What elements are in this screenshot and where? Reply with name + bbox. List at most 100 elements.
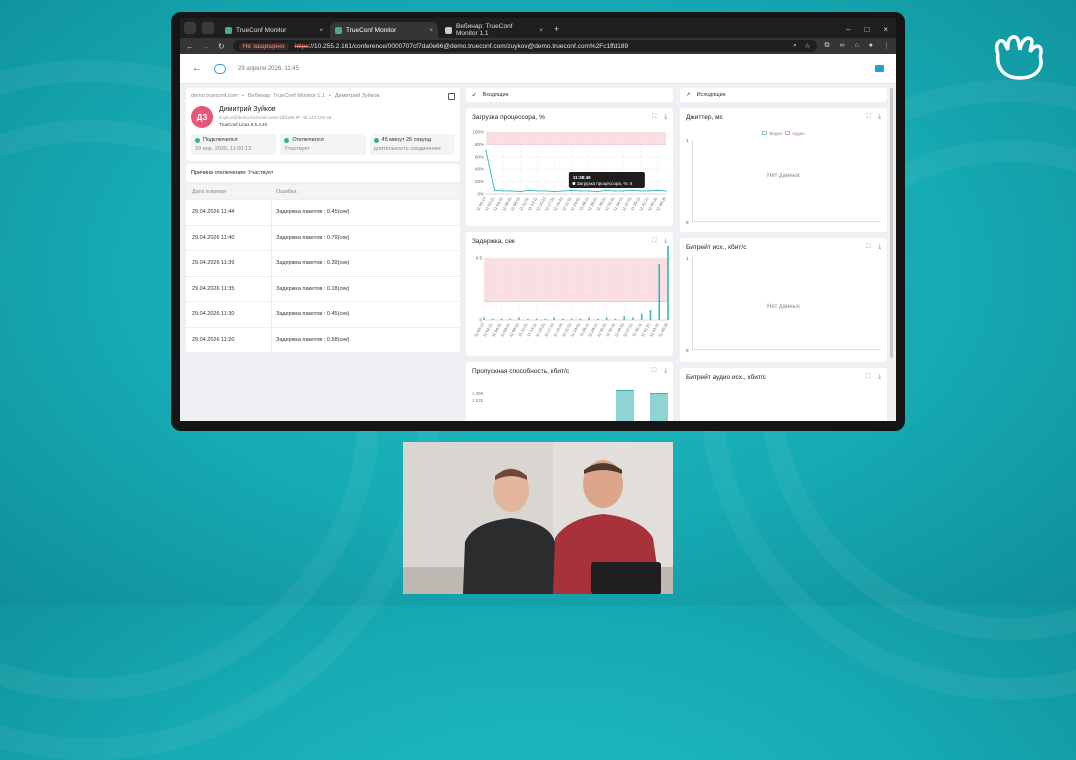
data-point bbox=[622, 190, 624, 192]
data-bar bbox=[483, 317, 485, 320]
tooltip-time: 11:38:46 bbox=[573, 175, 591, 180]
translate-icon[interactable]: ⌂ bbox=[855, 42, 859, 50]
data-point bbox=[571, 189, 573, 191]
new-tab-button[interactable]: + bbox=[554, 24, 559, 34]
zoom-icon[interactable]: ⌕ bbox=[793, 42, 797, 50]
bookmark-star-icon[interactable]: ☆ bbox=[805, 42, 811, 50]
check-circle-icon bbox=[195, 137, 200, 143]
no-data-label: Нет данных bbox=[767, 304, 800, 310]
download-icon[interactable]: ⤓ bbox=[664, 114, 667, 121]
scrollbar[interactable] bbox=[890, 88, 893, 358]
y-tick-label: 1 bbox=[686, 138, 689, 143]
y-tick-label: 20% bbox=[475, 179, 484, 184]
no-data-label: Нет данных bbox=[767, 173, 800, 179]
close-window-icon[interactable]: × bbox=[883, 25, 888, 34]
table-row: 29.04.2026 11:39 Задержка пакетов : 0.39(… bbox=[186, 250, 460, 276]
breadcrumb-server[interactable]: demo.trueconf.com bbox=[191, 93, 238, 100]
favicon-icon bbox=[225, 26, 232, 34]
browser-tab-3[interactable]: Вебинар: TrueConf Monitor 1.1 × bbox=[440, 22, 548, 38]
data-bar bbox=[658, 264, 661, 320]
delay-chart: 00.511:00:1311:02:2111:04:3111:06:4111:0… bbox=[473, 246, 669, 338]
outgoing-section-header[interactable]: ↗ Исходящие bbox=[680, 88, 887, 102]
download-icon[interactable]: ⤓ bbox=[878, 114, 881, 121]
expand-icon[interactable]: ⛶ bbox=[866, 114, 870, 121]
close-tab-icon[interactable]: × bbox=[319, 27, 323, 34]
trueconf-logo-icon bbox=[994, 35, 1043, 80]
collapse-panel-icon[interactable] bbox=[448, 93, 455, 100]
url-text: https://10.255.2.161/conference/0000707c… bbox=[294, 42, 629, 50]
insecure-badge[interactable]: Не защищено bbox=[238, 42, 289, 50]
expand-icon[interactable]: ⛶ bbox=[866, 244, 870, 251]
expand-icon[interactable]: ⛶ bbox=[866, 374, 870, 381]
data-point bbox=[553, 190, 556, 193]
url-field[interactable]: Не защищено https://10.255.2.161/confere… bbox=[232, 40, 817, 52]
window-controls: – □ × bbox=[846, 25, 888, 34]
download-icon[interactable]: ⤓ bbox=[878, 244, 881, 251]
back-arrow-icon[interactable]: ← bbox=[186, 42, 194, 51]
favicon-icon bbox=[445, 26, 452, 34]
panel-title: Пропускная способность, кбит/с bbox=[472, 368, 570, 375]
app-header: ← 29 апреля 2026, 11:45 bbox=[180, 54, 896, 84]
empty-plot-area bbox=[692, 140, 881, 222]
expand-icon[interactable]: ⛶ bbox=[652, 238, 656, 245]
reload-icon[interactable]: ↻ bbox=[218, 42, 225, 51]
data-bar bbox=[632, 317, 634, 320]
expand-icon[interactable]: ⛶ bbox=[652, 368, 656, 375]
menu-kebab-icon[interactable]: ⋮ bbox=[883, 42, 890, 50]
profile-icon[interactable]: ● bbox=[869, 42, 873, 50]
connected-stat: Подключился 29 апр. 2026, 11:00:13 bbox=[191, 134, 277, 155]
data-point bbox=[588, 190, 590, 192]
minimize-icon[interactable]: – bbox=[846, 25, 850, 34]
tab-label: TrueConf Monitor bbox=[346, 26, 397, 34]
incoming-section-header[interactable]: ↙ Входящие bbox=[466, 88, 673, 102]
threshold-zone bbox=[484, 258, 668, 302]
y-tick-label: 60% bbox=[475, 154, 484, 159]
duration-stat: 45 минут 26 секунд длительность соединени… bbox=[369, 134, 455, 155]
data-point bbox=[656, 189, 659, 191]
tab-groups-icon[interactable] bbox=[202, 22, 214, 34]
data-point bbox=[639, 190, 641, 192]
cpu-panel: Загрузка процессора, % ⛶ ⤓ 0% 20% 40% 60% 80% 1… bbox=[466, 108, 673, 226]
tab-label: Вебинар: TrueConf Monitor 1.1 bbox=[456, 23, 513, 37]
data-bar bbox=[518, 317, 520, 320]
panel-title: Задержка, сек bbox=[472, 238, 515, 245]
forward-arrow-icon[interactable]: → bbox=[202, 42, 210, 51]
close-tab-icon[interactable]: × bbox=[429, 27, 433, 34]
data-point bbox=[579, 190, 581, 192]
bitrate-out-panel: Битрейт исх., кбит/с ⛶ ⤓ 1 0 Нет данных bbox=[680, 238, 887, 362]
data-point bbox=[545, 190, 547, 192]
tab-label: TrueConf Monitor bbox=[236, 26, 287, 34]
download-icon[interactable]: ⤓ bbox=[878, 374, 881, 381]
monitor-frame: TrueConf Monitor × TrueConf Monitor × Веби… bbox=[171, 12, 905, 431]
panel-title: Загрузка процессора, % bbox=[472, 114, 545, 121]
y-tick-label: 0 bbox=[686, 348, 689, 353]
extensions-icon[interactable]: ⧉ bbox=[825, 42, 830, 50]
monitor-icon[interactable] bbox=[875, 65, 884, 72]
browser-tab-1[interactable]: TrueConf Monitor × bbox=[220, 22, 328, 38]
chart-legend: Видео Аудио bbox=[680, 131, 887, 136]
y-tick-label: 1 386 bbox=[472, 391, 484, 396]
tooltip-marker bbox=[572, 182, 576, 185]
column-header-error[interactable]: Ошибка bbox=[272, 189, 297, 195]
data-point bbox=[562, 190, 564, 192]
expand-icon[interactable]: ⛶ bbox=[652, 114, 656, 121]
data-point bbox=[665, 190, 667, 192]
column-header-time[interactable]: Дата и время bbox=[192, 185, 272, 199]
maximize-icon[interactable]: □ bbox=[864, 25, 869, 34]
participant-card: demo.trueconf.com • Вебинар: TrueConf Mon… bbox=[186, 88, 460, 161]
trueconf-monitor-app: ← 29 апреля 2026, 11:45 demo.trueconf.co… bbox=[180, 54, 896, 421]
breadcrumb-conference[interactable]: Вебинар: TrueConf Monitor 1.1 bbox=[248, 93, 325, 100]
y-tick-label: 1 bbox=[686, 256, 689, 261]
data-point bbox=[648, 190, 650, 192]
close-tab-icon[interactable]: × bbox=[539, 27, 543, 34]
data-bar bbox=[588, 317, 590, 320]
browser-tab-2[interactable]: TrueConf Monitor × bbox=[330, 22, 438, 38]
data-bar bbox=[605, 317, 608, 320]
table-row: 29.04.2026 11:35 Задержка пакетов : 0.18(… bbox=[186, 275, 460, 301]
link-icon[interactable]: ∞ bbox=[840, 42, 845, 50]
back-arrow-icon[interactable]: ← bbox=[192, 63, 202, 74]
tab-search-icon[interactable] bbox=[184, 22, 196, 34]
table-row: 29.04.2026 11:40 Задержка пакетов : 0.79(… bbox=[186, 224, 460, 250]
download-icon[interactable]: ⤓ bbox=[664, 238, 667, 245]
download-icon[interactable]: ⤓ bbox=[664, 368, 667, 375]
